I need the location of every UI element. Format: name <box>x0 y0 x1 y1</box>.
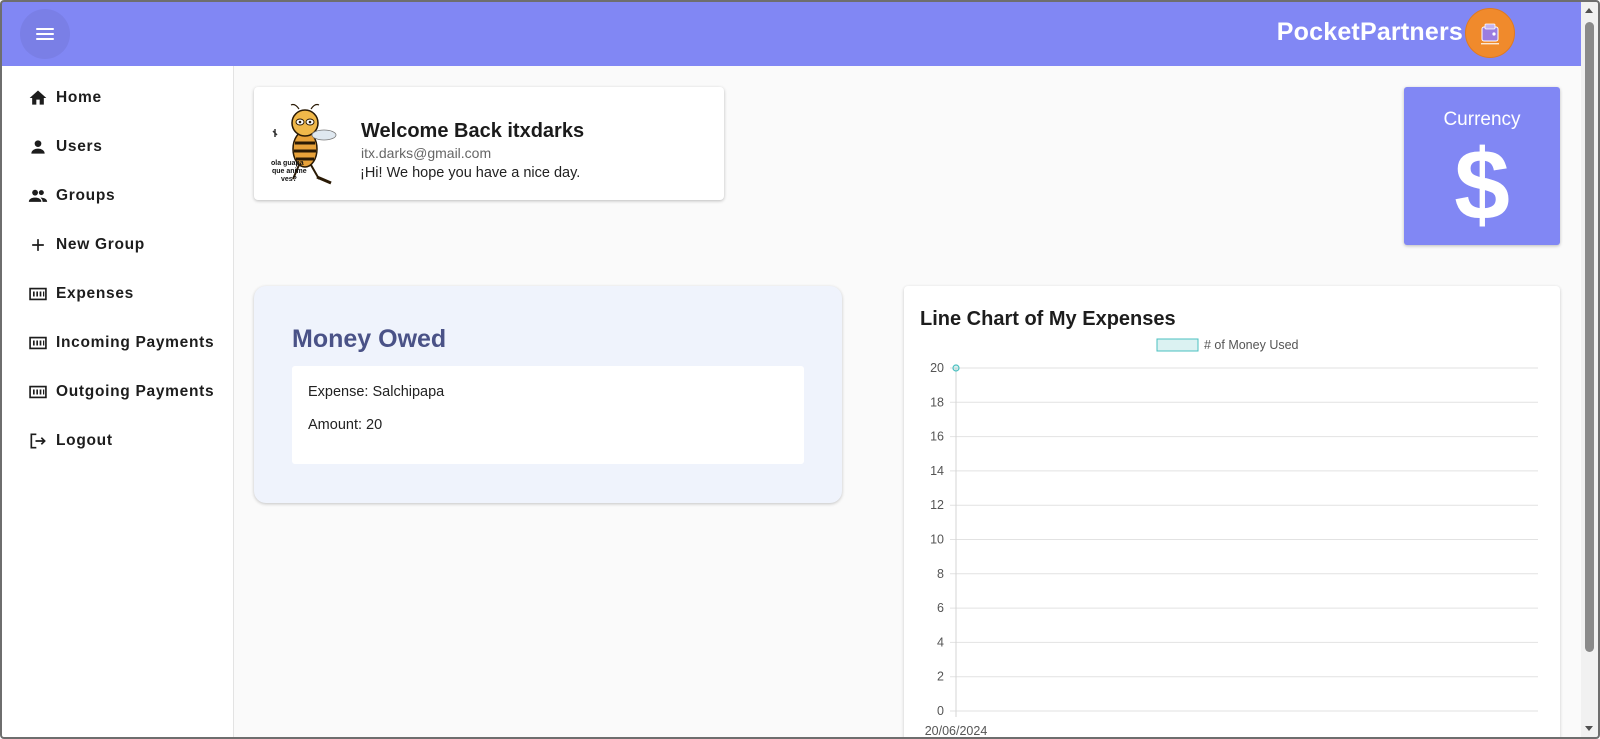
hamburger-menu-icon <box>36 28 54 40</box>
welcome-message: ¡Hi! We hope you have a nice day. <box>360 165 581 181</box>
dollar-sign-icon: $ <box>1454 129 1510 241</box>
sidebar-item-label: Outgoing Payments <box>56 383 215 400</box>
currency-card[interactable]: Currency $ <box>1404 87 1560 245</box>
top-app-bar: PocketPartners <box>2 2 1581 66</box>
legend-swatch <box>1156 338 1199 352</box>
money-owed-card: Money Owed Expense: Salchipapa Amount: 2… <box>254 286 842 503</box>
app-title: PocketPartners <box>1276 18 1463 46</box>
sidebar-item-home[interactable]: Home <box>2 78 234 118</box>
scroll-down-arrow-icon[interactable] <box>1585 726 1593 731</box>
expenses-chart-card: Line Chart of My Expenses 0 2 4 6 8 10 12 14 16 1… <box>904 286 1560 739</box>
y-tick-label: 10 <box>930 533 944 547</box>
sidebar-item-label: Home <box>56 89 102 106</box>
x-tick-label: 20/06/2024 <box>925 724 988 738</box>
scrollbar-thumb[interactable] <box>1585 22 1594 652</box>
owed-amount: Amount: 20 <box>308 417 383 433</box>
owed-item: Expense: Salchipapa Amount: 20 <box>292 366 804 464</box>
sidebar-nav: Home Users Groups New Group Expenses Inc… <box>2 66 234 737</box>
svg-text:ola guapa: ola guapa <box>271 160 304 167</box>
data-point <box>952 364 960 372</box>
sidebar-item-label: Expenses <box>56 285 134 302</box>
person-icon <box>28 137 48 157</box>
welcome-card: ola guapa que anime ves? Welcome Back it… <box>254 87 724 200</box>
y-tick-label: 8 <box>937 567 944 581</box>
sidebar-item-outgoing-payments[interactable]: Outgoing Payments <box>2 372 234 412</box>
y-tick-label: 2 <box>937 670 944 684</box>
y-tick-label: 6 <box>937 601 944 615</box>
y-tick-label: 20 <box>930 361 944 375</box>
scroll-up-arrow-icon[interactable] <box>1585 8 1593 13</box>
y-tick-label: 4 <box>937 635 944 649</box>
user-avatar: ola guapa que anime ves? <box>269 101 349 186</box>
sidebar-item-new-group[interactable]: New Group <box>2 225 234 265</box>
y-tick-label: 0 <box>937 704 944 718</box>
home-icon <box>28 88 48 108</box>
svg-text:ves?: ves? <box>281 176 297 183</box>
receipt-icon <box>28 333 48 353</box>
y-tick-label: 12 <box>930 498 944 512</box>
legend-label: # of Money Used <box>1204 338 1299 352</box>
expenses-line-chart: 0 2 4 6 8 10 12 14 16 18 20 # of Money Used 20/06/20… <box>925 338 1538 738</box>
welcome-title: Welcome Back itxdarks <box>361 120 585 142</box>
wallet-logo-icon <box>1481 23 1499 45</box>
logout-icon <box>28 431 48 451</box>
y-tick-label: 14 <box>930 464 944 478</box>
user-email: itx.darks@gmail.com <box>361 145 492 161</box>
sidebar-item-groups[interactable]: Groups <box>2 176 234 216</box>
sidebar-item-users[interactable]: Users <box>2 127 234 167</box>
sidebar-item-label: Incoming Payments <box>56 334 215 351</box>
sidebar-item-label: Groups <box>56 187 116 204</box>
menu-button[interactable] <box>20 9 70 59</box>
sidebar-item-label: New Group <box>56 236 145 253</box>
sidebar-item-logout[interactable]: Logout <box>2 421 234 461</box>
sidebar-item-label: Logout <box>56 432 113 449</box>
app-logo-icon[interactable] <box>1465 8 1515 58</box>
y-tick-label: 18 <box>930 395 944 409</box>
sidebar-item-label: Users <box>56 138 103 155</box>
money-owed-title: Money Owed <box>292 325 447 353</box>
svg-text:que anime: que anime <box>272 168 307 175</box>
receipt-icon <box>28 284 48 304</box>
people-icon <box>28 186 48 206</box>
owed-expense: Expense: Salchipapa <box>308 384 445 400</box>
receipt-icon <box>28 382 48 402</box>
sidebar-item-incoming-payments[interactable]: Incoming Payments <box>2 323 234 363</box>
sidebar-item-expenses[interactable]: Expenses <box>2 274 234 314</box>
plus-icon <box>28 235 48 255</box>
page-scrollbar[interactable] <box>1581 2 1598 737</box>
currency-title: Currency <box>1443 109 1521 130</box>
y-tick-label: 16 <box>930 430 944 444</box>
